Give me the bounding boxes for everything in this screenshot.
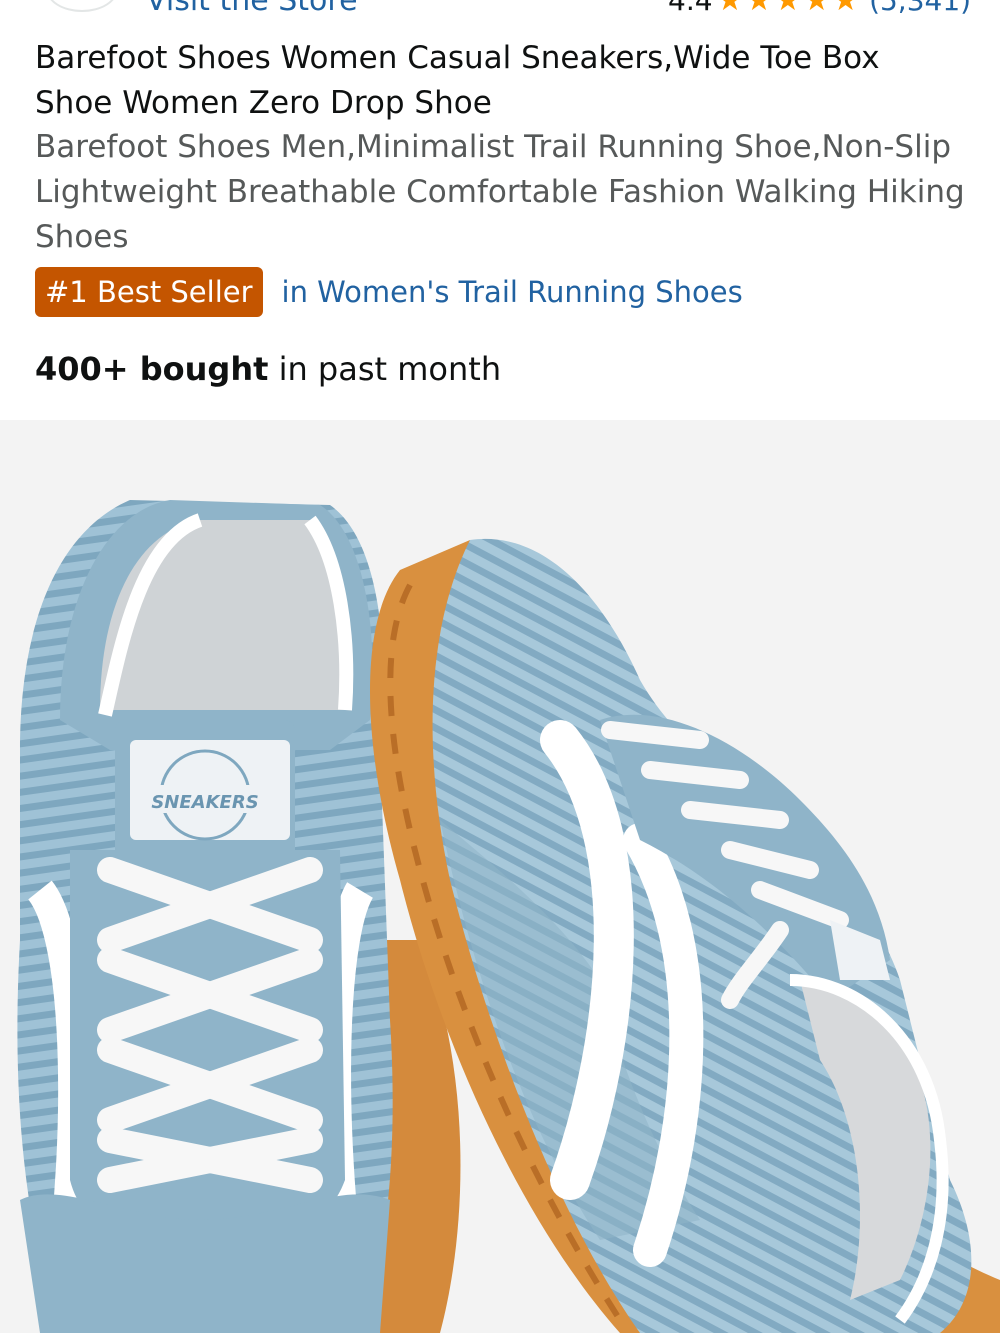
sneakers-logo-text: SNEAKERS (151, 792, 258, 813)
store-header-strip: Visit the Store 4.4 ★ ★ ★ ★ ★ (5,341) (0, 0, 1000, 14)
bought-suffix: in past month (268, 350, 502, 388)
review-count-link[interactable]: (5,341) (869, 0, 971, 14)
rating-value: 4.4 (668, 0, 713, 14)
best-seller-category-link[interactable]: in Women's Trail Running Shoes (282, 267, 743, 317)
half-star-icon: ★ (832, 0, 859, 14)
star-icon: ★ (774, 0, 801, 14)
bought-in-past-month: 400+ bought in past month (35, 347, 501, 391)
right-shoe (370, 538, 1000, 1333)
star-icon: ★ (717, 0, 744, 14)
visit-store-link[interactable]: Visit the Store (146, 0, 358, 14)
best-seller-row: #1 Best Seller in Women's Trail Running … (35, 267, 743, 317)
star-rating: ★ ★ ★ ★ ★ (717, 0, 860, 14)
product-subtitle: Barefoot Shoes Men,Minimalist Trail Runn… (35, 129, 965, 255)
star-icon: ★ (745, 0, 772, 14)
bought-count: 400+ bought (35, 350, 269, 388)
product-image[interactable]: SNEAKERS (0, 420, 1000, 1333)
rating-summary[interactable]: 4.4 ★ ★ ★ ★ ★ (5,341) (668, 0, 971, 14)
star-icon: ★ (803, 0, 830, 14)
product-title: Barefoot Shoes Women Casual Sneakers,Wid… (35, 40, 880, 121)
store-avatar[interactable] (46, 0, 118, 12)
best-seller-badge[interactable]: #1 Best Seller (35, 267, 263, 317)
